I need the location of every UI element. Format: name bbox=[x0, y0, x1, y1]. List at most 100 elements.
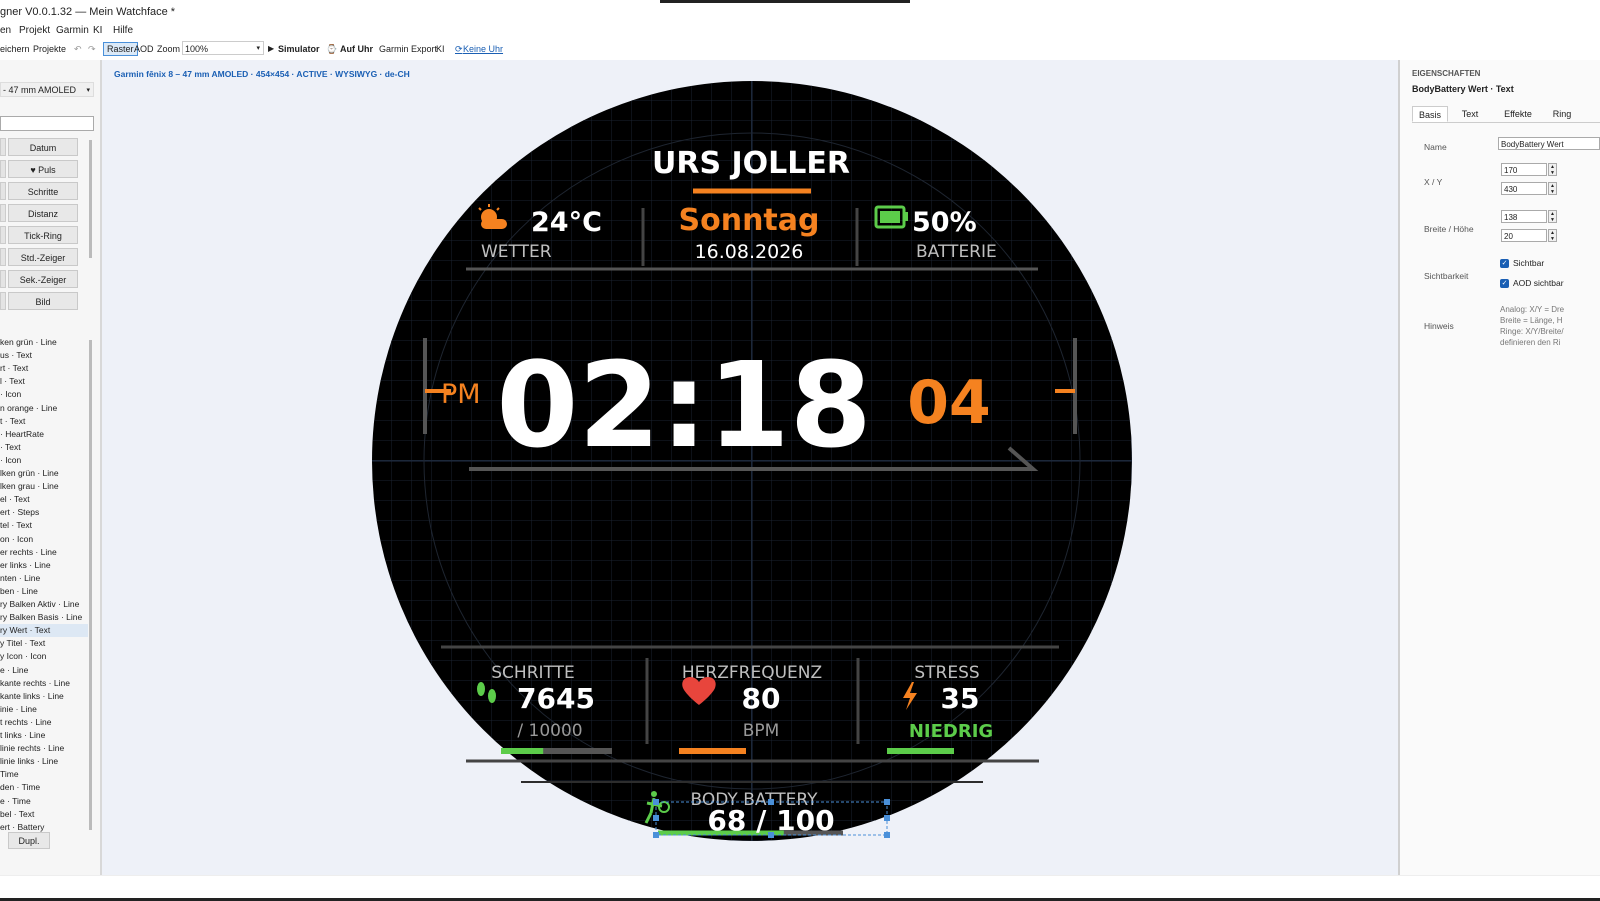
element-button-stub[interactable] bbox=[0, 292, 6, 310]
element-button-stub[interactable] bbox=[0, 160, 6, 178]
width-stepper[interactable]: ▲ ▼ bbox=[1548, 210, 1557, 223]
menu-projekt[interactable]: Projekt bbox=[19, 25, 50, 36]
layer-item[interactable]: nten · Line bbox=[0, 572, 40, 585]
layer-scrollbar[interactable] bbox=[89, 340, 92, 830]
layer-item[interactable]: · Icon bbox=[0, 388, 21, 401]
layer-item[interactable]: y Icon · Icon bbox=[0, 650, 46, 663]
y-stepper[interactable]: ▲ ▼ bbox=[1548, 182, 1557, 195]
x-field[interactable]: 170 bbox=[1501, 163, 1547, 176]
add-element-button[interactable]: Std.-Zeiger bbox=[8, 248, 78, 266]
layer-item[interactable]: ry Balken Basis · Line bbox=[0, 611, 82, 624]
tab-text[interactable]: Text bbox=[1450, 106, 1490, 122]
aod-visible-checkbox[interactable]: ✓ bbox=[1500, 279, 1509, 288]
layer-item[interactable]: ert · Steps bbox=[0, 506, 39, 519]
projects-button[interactable]: Projekte bbox=[33, 44, 66, 54]
layer-item[interactable]: ken grün · Line bbox=[0, 336, 57, 349]
menu-file[interactable]: en bbox=[0, 25, 11, 36]
resize-handle[interactable] bbox=[653, 799, 659, 805]
layer-item[interactable]: er rechts · Line bbox=[0, 546, 57, 559]
element-button-stub[interactable] bbox=[0, 138, 6, 156]
layer-item[interactable]: den · Time bbox=[0, 781, 40, 794]
layer-item[interactable]: us · Text bbox=[0, 349, 32, 362]
element-button-stub[interactable] bbox=[0, 226, 6, 244]
layer-item[interactable]: linie rechts · Line bbox=[0, 742, 64, 755]
name-field[interactable]: BodyBattery Wert bbox=[1498, 137, 1600, 150]
layer-item[interactable]: t rechts · Line bbox=[0, 716, 52, 729]
layer-item[interactable]: rt · Text bbox=[0, 362, 28, 375]
height-stepper[interactable]: ▲ ▼ bbox=[1548, 229, 1557, 242]
add-element-button[interactable]: Sek.-Zeiger bbox=[8, 270, 78, 288]
resize-handle[interactable] bbox=[884, 815, 890, 821]
layer-item[interactable]: bel · Text bbox=[0, 808, 34, 821]
watch-face[interactable]: URS JOLLER 24°C WETTER Sonntag 16.08.202… bbox=[371, 80, 1133, 842]
on-watch-button[interactable]: Auf Uhr bbox=[340, 44, 373, 54]
tab-effekte[interactable]: Effekte bbox=[1496, 106, 1540, 122]
layer-item[interactable]: e · Time bbox=[0, 795, 31, 808]
ki-button[interactable]: KI bbox=[436, 44, 445, 54]
layer-item[interactable]: y Titel · Text bbox=[0, 637, 45, 650]
element-button-stub[interactable] bbox=[0, 270, 6, 288]
height-field[interactable]: 20 bbox=[1501, 229, 1547, 242]
layer-item[interactable]: t · Text bbox=[0, 415, 25, 428]
aod-toggle[interactable]: AOD bbox=[134, 44, 154, 54]
hint-line: Breite = Länge, H bbox=[1500, 316, 1563, 325]
layer-item[interactable]: inie · Line bbox=[0, 703, 37, 716]
menu-hilfe[interactable]: Hilfe bbox=[113, 25, 133, 36]
element-button-stub[interactable] bbox=[0, 204, 6, 222]
y-field[interactable]: 430 bbox=[1501, 182, 1547, 195]
resize-handle[interactable] bbox=[768, 832, 774, 838]
layer-item[interactable]: · Icon bbox=[0, 454, 21, 467]
add-element-button[interactable]: Schritte bbox=[8, 182, 78, 200]
zoom-select[interactable]: 100% ▾ bbox=[182, 41, 264, 55]
visible-checkbox[interactable]: ✓ bbox=[1500, 259, 1509, 268]
layer-item[interactable]: er links · Line bbox=[0, 559, 51, 572]
layer-item[interactable]: ry Wert · Text bbox=[0, 624, 88, 638]
menu-ki[interactable]: KI bbox=[93, 25, 102, 36]
layer-item[interactable]: kante rechts · Line bbox=[0, 677, 70, 690]
duplicate-button[interactable]: Dupl. bbox=[8, 832, 50, 849]
resize-handle[interactable] bbox=[884, 832, 890, 838]
element-button-stub[interactable] bbox=[0, 182, 6, 200]
menu-garmin[interactable]: Garmin bbox=[56, 25, 89, 36]
layer-item[interactable]: lken grün · Line bbox=[0, 467, 59, 480]
layer-item[interactable]: tel · Text bbox=[0, 519, 32, 532]
undo-icon[interactable]: ↶ bbox=[74, 44, 82, 55]
layer-item[interactable]: el · Text bbox=[0, 493, 30, 506]
add-element-button[interactable]: Bild bbox=[8, 292, 78, 310]
element-search-input[interactable] bbox=[0, 116, 94, 131]
resize-handle[interactable] bbox=[653, 832, 659, 838]
layer-item[interactable]: on · Icon bbox=[0, 533, 33, 546]
element-scrollbar[interactable] bbox=[89, 140, 92, 258]
resize-handle[interactable] bbox=[653, 815, 659, 821]
add-element-button[interactable]: Distanz bbox=[8, 204, 78, 222]
layer-item[interactable]: Time bbox=[0, 768, 19, 781]
layer-item[interactable]: n orange · Line bbox=[0, 402, 57, 415]
layer-item[interactable]: kante links · Line bbox=[0, 690, 64, 703]
device-select[interactable]: - 47 mm AMOLED ▾ bbox=[0, 82, 94, 97]
layer-item[interactable]: t links · Line bbox=[0, 729, 45, 742]
resize-handle[interactable] bbox=[884, 799, 890, 805]
element-button-stub[interactable] bbox=[0, 248, 6, 266]
add-element-button[interactable]: ♥ Puls bbox=[8, 160, 78, 178]
x-stepper[interactable]: ▲ ▼ bbox=[1548, 163, 1557, 176]
add-element-button[interactable]: Datum bbox=[8, 138, 78, 156]
save-button[interactable]: eichern bbox=[0, 44, 30, 54]
layer-item[interactable]: lken grau · Line bbox=[0, 480, 59, 493]
tab-ring[interactable]: Ring bbox=[1544, 106, 1580, 122]
layer-item[interactable]: e · Line bbox=[0, 664, 28, 677]
layer-item[interactable]: l · Text bbox=[0, 375, 25, 388]
resize-handle[interactable] bbox=[768, 799, 774, 805]
layer-item[interactable]: · Text bbox=[0, 441, 21, 454]
width-field[interactable]: 138 bbox=[1501, 210, 1547, 223]
layer-item[interactable]: ben · Line bbox=[0, 585, 38, 598]
raster-toggle[interactable]: Raster bbox=[103, 42, 138, 56]
layer-item[interactable]: linie links · Line bbox=[0, 755, 58, 768]
simulator-button[interactable]: Simulator bbox=[278, 44, 320, 54]
redo-icon[interactable]: ↷ bbox=[88, 44, 96, 55]
layer-item[interactable]: ry Balken Aktiv · Line bbox=[0, 598, 79, 611]
layer-item[interactable]: · HeartRate bbox=[0, 428, 44, 441]
tab-basis[interactable]: Basis bbox=[1412, 106, 1448, 122]
no-watch-link[interactable]: Keine Uhr bbox=[463, 44, 503, 54]
add-element-button[interactable]: Tick-Ring bbox=[8, 226, 78, 244]
garmin-export-button[interactable]: Garmin Export bbox=[379, 44, 437, 54]
